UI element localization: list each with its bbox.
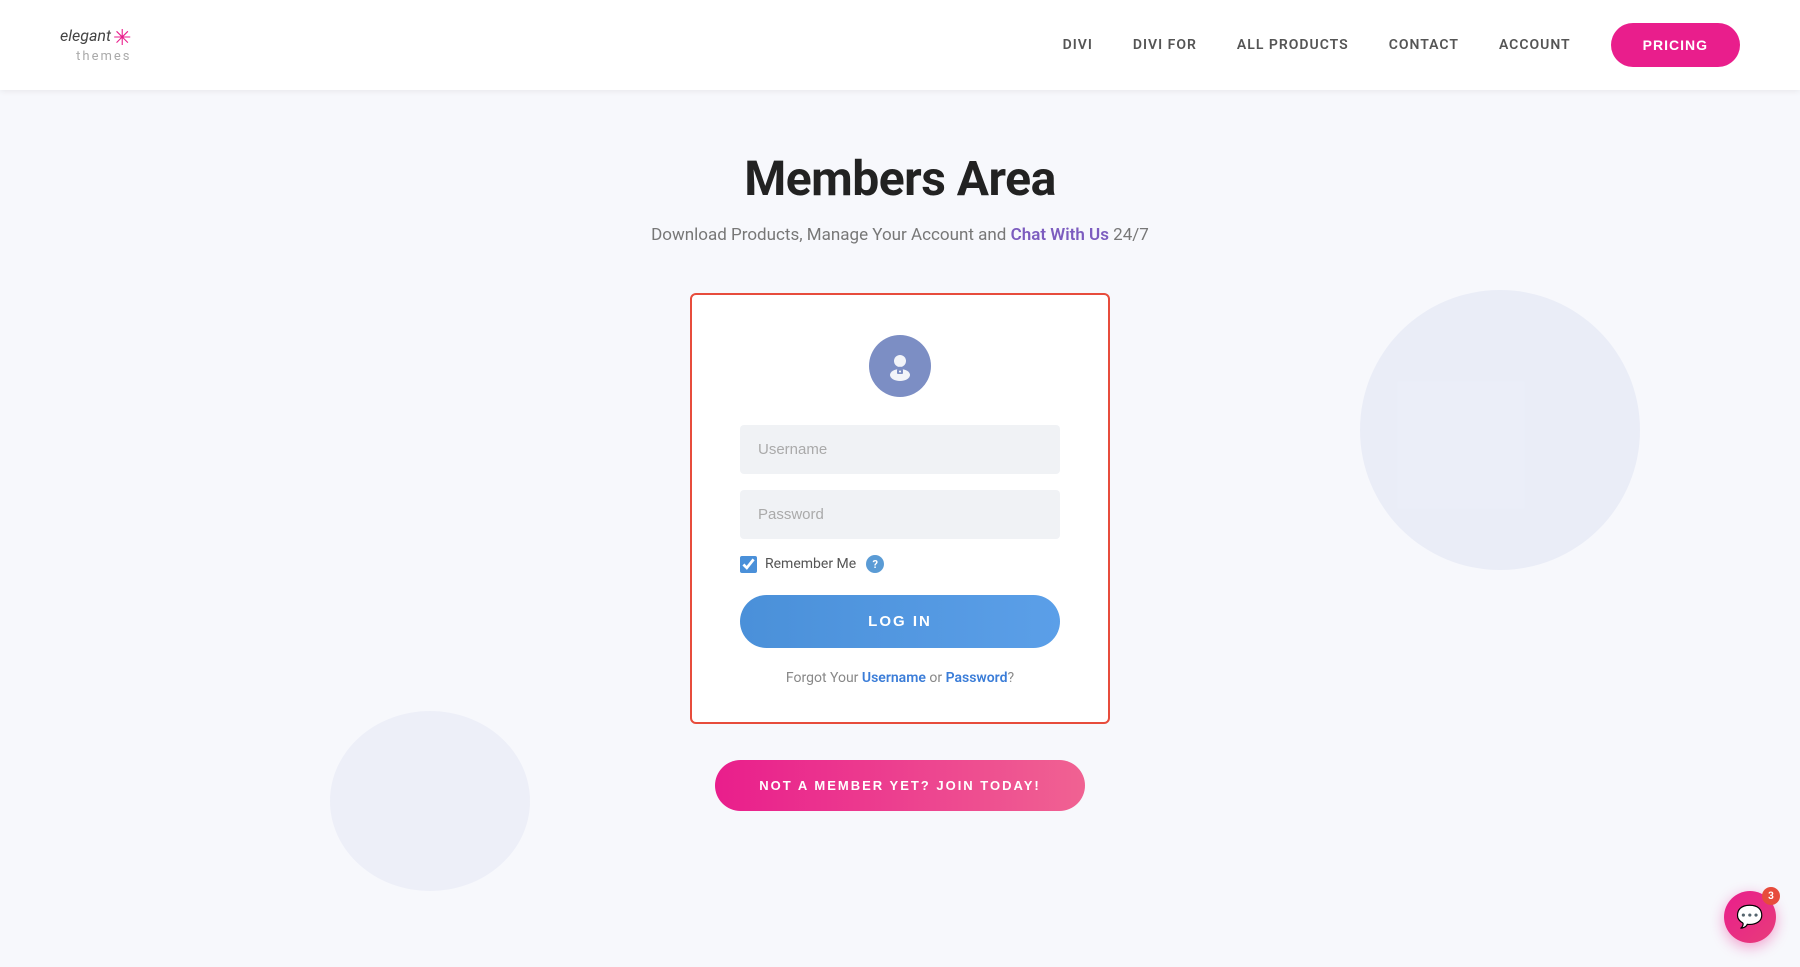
- logo-elegant: elegant: [60, 26, 111, 45]
- forgot-pre: Forgot Your: [786, 670, 862, 686]
- chat-link[interactable]: Chat With Us: [1011, 225, 1109, 245]
- nav-link-account[interactable]: ACCOUNT: [1499, 37, 1571, 53]
- join-button[interactable]: NOT A MEMBER YET? JOIN TODAY!: [715, 760, 1084, 811]
- user-avatar-icon: [869, 335, 931, 397]
- nav-link-divi[interactable]: DIVI: [1063, 37, 1093, 53]
- deco-circle-bottom: [330, 711, 530, 891]
- subtitle-pre: Download Products, Manage Your Account a…: [651, 225, 1010, 245]
- login-button[interactable]: LOG IN: [740, 595, 1060, 648]
- page-subtitle: Download Products, Manage Your Account a…: [651, 225, 1149, 245]
- chat-icon: 💬: [1736, 905, 1763, 930]
- chat-badge: 3: [1762, 887, 1780, 905]
- forgot-username-link[interactable]: Username: [862, 670, 926, 686]
- logo-themes: themes: [60, 49, 131, 64]
- logo[interactable]: elegant ✳ themes: [60, 26, 131, 64]
- remember-label: Remember Me: [765, 556, 856, 572]
- chat-widget[interactable]: 3 💬: [1724, 891, 1776, 943]
- nav-link-all-products[interactable]: ALL PRODUCTS: [1237, 37, 1349, 53]
- nav-link-contact[interactable]: CONTACT: [1389, 37, 1459, 53]
- user-icon-wrap: [740, 335, 1060, 397]
- navbar: elegant ✳ themes DIVI DIVI FOR ALL PRODU…: [0, 0, 1800, 90]
- forgot-row: Forgot Your Username or Password?: [740, 670, 1060, 686]
- page-title: Members Area: [744, 150, 1056, 207]
- subtitle-post: 24/7: [1109, 225, 1149, 245]
- forgot-post: ?: [1007, 670, 1014, 686]
- deco-circle-right: [1360, 290, 1640, 570]
- remember-help-icon[interactable]: ?: [866, 555, 884, 573]
- forgot-mid: or: [926, 670, 946, 686]
- password-group: [740, 490, 1060, 539]
- user-svg: [882, 348, 918, 384]
- username-input[interactable]: [740, 425, 1060, 474]
- main-content: Members Area Download Products, Manage Y…: [0, 90, 1800, 891]
- login-card: Remember Me ? LOG IN Forgot Your Usernam…: [690, 293, 1110, 724]
- forgot-password-link[interactable]: Password: [946, 670, 1008, 686]
- username-group: [740, 425, 1060, 474]
- nav-links: DIVI DIVI FOR ALL PRODUCTS CONTACT ACCOU…: [1063, 23, 1740, 67]
- password-input[interactable]: [740, 490, 1060, 539]
- logo-star-icon: ✳: [113, 26, 131, 51]
- remember-row: Remember Me ?: [740, 555, 1060, 573]
- remember-checkbox[interactable]: [740, 556, 757, 573]
- pricing-button[interactable]: PRICING: [1611, 23, 1740, 67]
- nav-link-divi-for[interactable]: DIVI FOR: [1133, 37, 1197, 53]
